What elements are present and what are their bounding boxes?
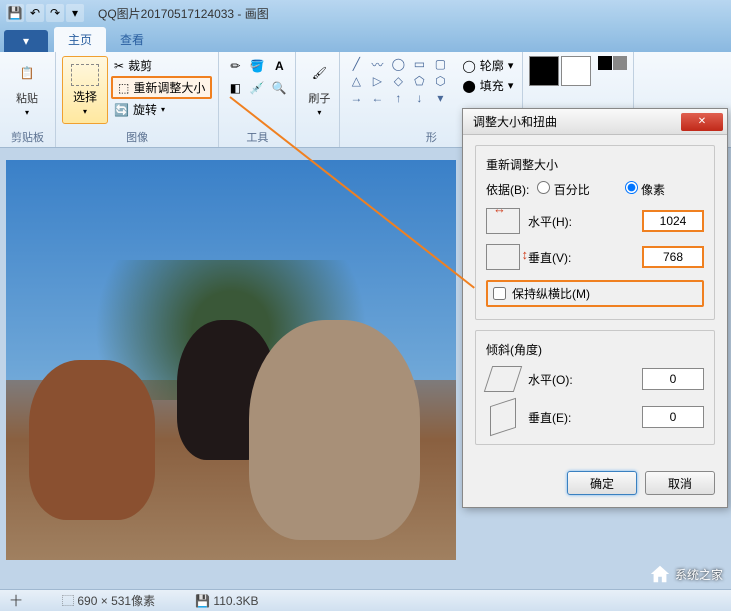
- tab-home[interactable]: 主页: [54, 27, 106, 52]
- skew-h-icon: [484, 366, 522, 392]
- crop-icon: ✂: [114, 59, 124, 73]
- group-image: 选择 ▾ ✂裁剪 ⬚重新调整大小 🔄旋转 ▾ 图像: [56, 52, 219, 147]
- cancel-button[interactable]: 取消: [645, 471, 715, 495]
- shape-rect[interactable]: ▭: [409, 56, 429, 72]
- resize-button[interactable]: ⬚重新调整大小: [111, 76, 212, 99]
- shape-arrow-d[interactable]: ↓: [409, 90, 429, 106]
- zoom-tool[interactable]: 🔍: [269, 78, 289, 98]
- shape-arrow-r[interactable]: →: [346, 90, 366, 106]
- select-rect-icon: [71, 64, 99, 86]
- shape-diamond[interactable]: ◇: [388, 73, 408, 89]
- palette-black[interactable]: [598, 56, 612, 70]
- palette-gray[interactable]: [613, 56, 627, 70]
- shape-oval[interactable]: ◯: [388, 56, 408, 72]
- cursor-pos: 十: [10, 592, 22, 609]
- crop-button[interactable]: ✂裁剪: [111, 56, 212, 75]
- text-tool[interactable]: A: [269, 56, 289, 76]
- titlebar: 💾 ↶ ↷ ▾ QQ图片20170517124033 - 画图: [0, 0, 731, 26]
- shape-hex[interactable]: ⬡: [430, 73, 450, 89]
- radio-pixels[interactable]: 像素: [625, 181, 704, 198]
- paste-button[interactable]: 📋 粘贴 ▾: [6, 56, 48, 119]
- pencil-tool[interactable]: ✏: [225, 56, 245, 76]
- dialog-titlebar[interactable]: 调整大小和扭曲 ✕: [463, 109, 727, 135]
- ok-button[interactable]: 确定: [567, 471, 637, 495]
- picker-tool[interactable]: 💉: [247, 78, 267, 98]
- shape-curve[interactable]: 〰: [367, 56, 387, 72]
- maintain-ratio-checkbox[interactable]: 保持纵横比(M): [486, 280, 704, 307]
- fill-icon: ⬤: [462, 79, 475, 93]
- resize-icon: ⬚: [118, 81, 129, 95]
- window-title: QQ图片20170517124033 - 画图: [98, 5, 269, 22]
- basis-label: 依据(B):: [486, 181, 529, 198]
- vertical-icon: [486, 244, 520, 270]
- brush-button[interactable]: 🖌 刷子 ▾: [302, 56, 336, 119]
- outline-button[interactable]: ◯轮廓 ▾: [459, 56, 516, 75]
- shape-more[interactable]: ▾: [430, 90, 450, 106]
- skew-v-icon: [490, 398, 516, 436]
- file-menu-button[interactable]: ▾: [4, 30, 48, 52]
- skew-fieldset: 倾斜(角度) 水平(O): 垂直(E):: [475, 330, 715, 445]
- horizontal-input[interactable]: [642, 210, 704, 232]
- house-icon: [649, 563, 671, 585]
- save-icon[interactable]: 💾: [6, 4, 24, 22]
- resize-section-label: 重新调整大小: [486, 156, 704, 173]
- group-clipboard: 📋 粘贴 ▾ 剪贴板: [0, 52, 56, 147]
- eraser-tool[interactable]: ◧: [225, 78, 245, 98]
- qat-dropdown-icon[interactable]: ▾: [66, 4, 84, 22]
- shapes-gallery[interactable]: ╱ 〰 ◯ ▭ ▢ △ ▷ ◇ ⬠ ⬡ → ← ↑ ↓ ▾: [346, 56, 450, 106]
- resize-fieldset: 重新调整大小 依据(B): 百分比 像素 水平(H): 垂直(V): 保持纵横比…: [475, 145, 715, 320]
- brush-icon: 🖌: [304, 58, 334, 88]
- fill-tool[interactable]: 🪣: [247, 56, 267, 76]
- color2-swatch[interactable]: [561, 56, 591, 86]
- skew-v-input[interactable]: [642, 406, 704, 428]
- shape-arrow-l[interactable]: ←: [367, 90, 387, 106]
- undo-icon[interactable]: ↶: [26, 4, 44, 22]
- horizontal-label: 水平(H):: [528, 213, 634, 230]
- shape-tri[interactable]: ▷: [367, 73, 387, 89]
- color1-swatch[interactable]: [529, 56, 559, 86]
- shape-pent[interactable]: ⬠: [409, 73, 429, 89]
- tab-view[interactable]: 查看: [106, 27, 158, 52]
- group-label-clipboard: 剪贴板: [6, 127, 49, 145]
- shape-arrow-u[interactable]: ↑: [388, 90, 408, 106]
- shape-line[interactable]: ╱: [346, 56, 366, 72]
- outline-icon: ◯: [462, 59, 475, 73]
- vertical-input[interactable]: [642, 246, 704, 268]
- statusbar: 十 ⬚ 690 × 531像素 💾 110.3KB: [0, 589, 731, 611]
- rotate-button[interactable]: 🔄旋转 ▾: [111, 100, 212, 119]
- paste-icon: 📋: [12, 58, 42, 88]
- skew-v-label: 垂直(E):: [528, 409, 634, 426]
- canvas-dimensions: ⬚ 690 × 531像素: [62, 592, 155, 609]
- skew-h-input[interactable]: [642, 368, 704, 390]
- horizontal-icon: [486, 208, 520, 234]
- group-brushes: 🖌 刷子 ▾: [296, 52, 340, 147]
- dialog-title: 调整大小和扭曲: [473, 113, 557, 130]
- skew-section-label: 倾斜(角度): [486, 341, 704, 358]
- shape-poly[interactable]: △: [346, 73, 366, 89]
- rotate-icon: 🔄: [114, 103, 129, 117]
- select-button[interactable]: 选择 ▾: [62, 56, 108, 124]
- group-label-image: 图像: [62, 127, 212, 145]
- skew-h-label: 水平(O):: [528, 371, 634, 388]
- file-size: 💾 110.3KB: [195, 594, 258, 608]
- ribbon-tabs: ▾ 主页 查看: [0, 26, 731, 52]
- watermark: 系统之家: [649, 563, 723, 585]
- shape-roundrect[interactable]: ▢: [430, 56, 450, 72]
- close-button[interactable]: ✕: [681, 113, 723, 131]
- radio-percent[interactable]: 百分比: [537, 181, 616, 198]
- fill-button[interactable]: ⬤填充 ▾: [459, 76, 516, 95]
- quick-access-toolbar: 💾 ↶ ↷ ▾: [6, 4, 84, 22]
- resize-dialog: 调整大小和扭曲 ✕ 重新调整大小 依据(B): 百分比 像素 水平(H): 垂直…: [462, 108, 728, 508]
- vertical-label: 垂直(V):: [528, 249, 634, 266]
- redo-icon[interactable]: ↷: [46, 4, 64, 22]
